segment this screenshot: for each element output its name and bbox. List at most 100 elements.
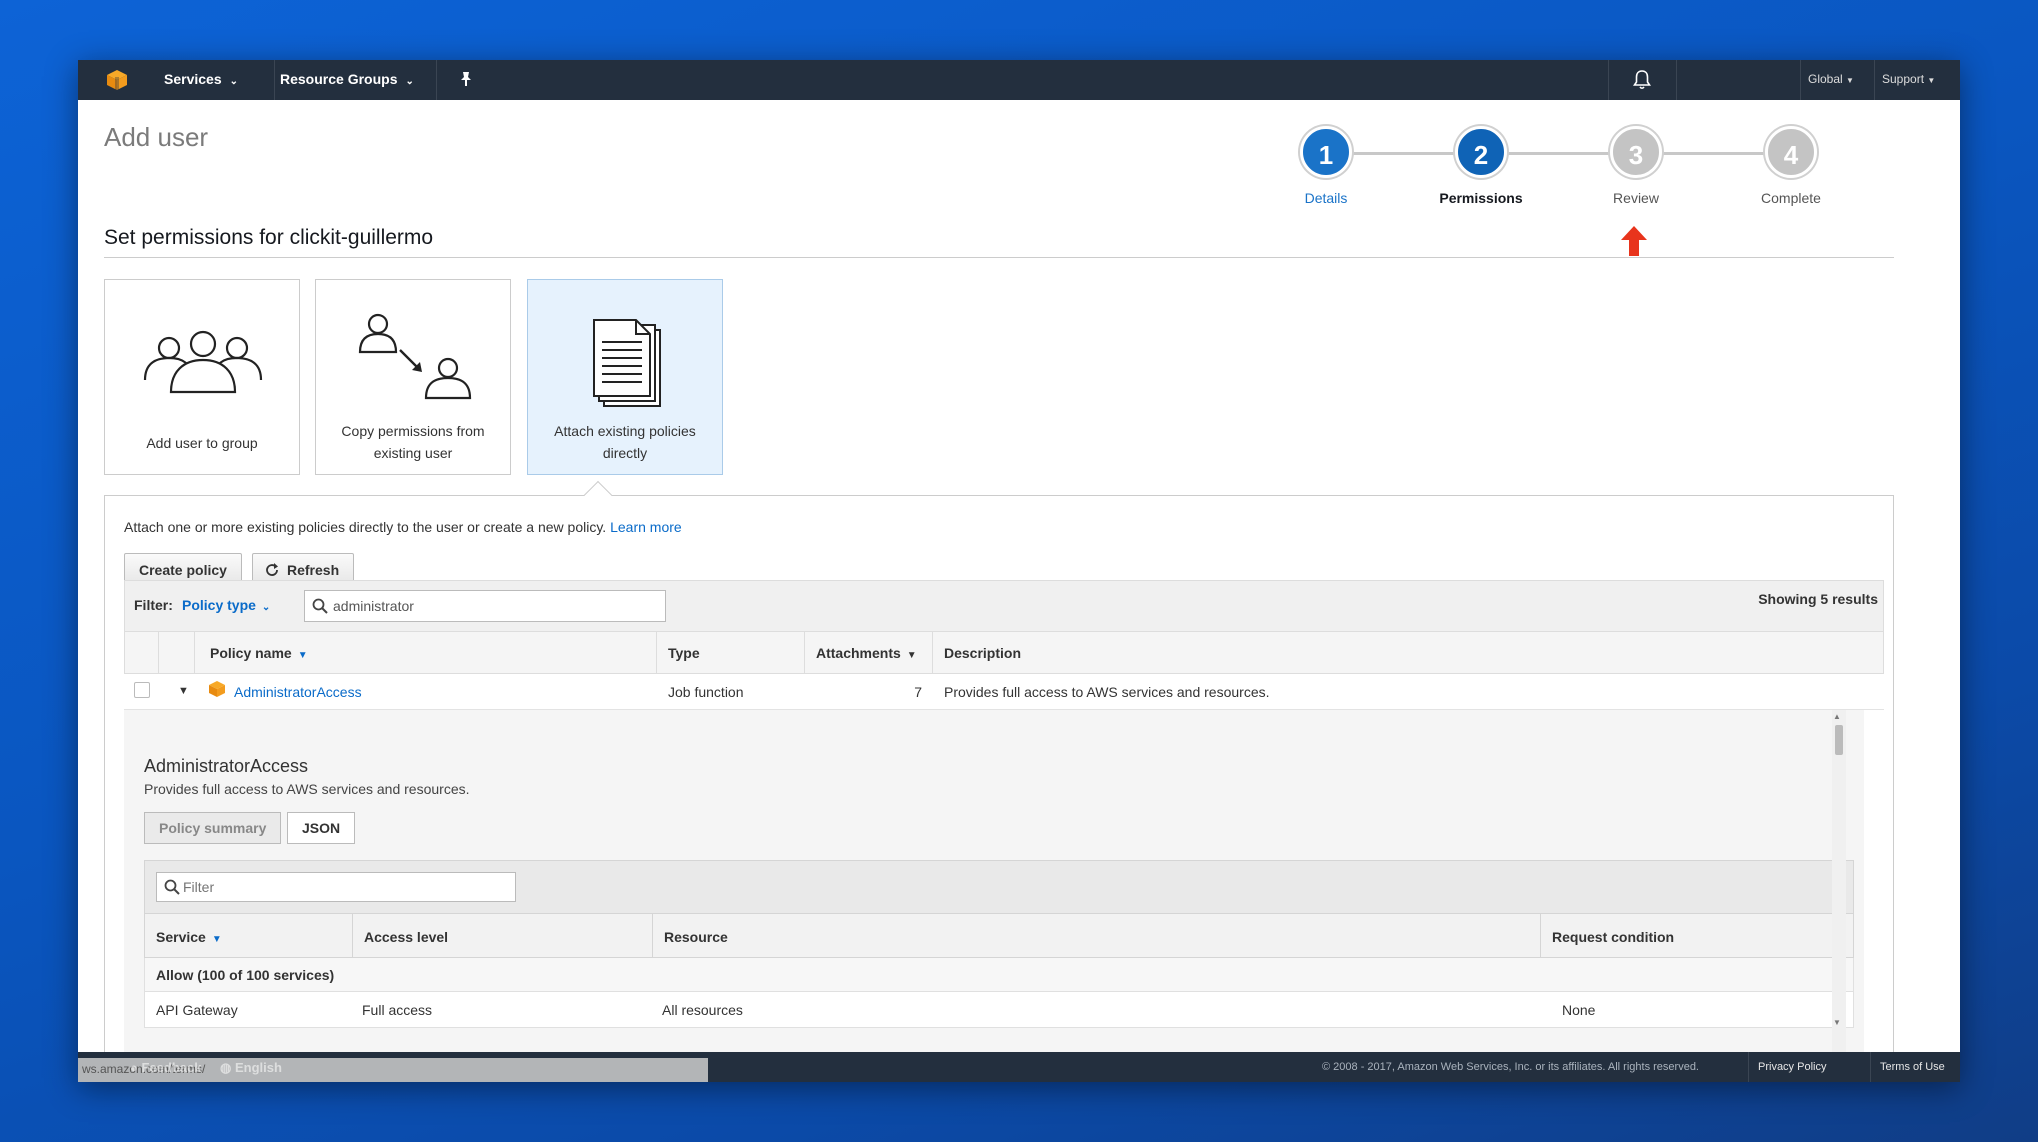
option-label-line2: existing user	[373, 445, 453, 461]
scroll-down-arrow-icon[interactable]: ▼	[1833, 1018, 1841, 1027]
permissions-subtitle: Set permissions for clickit-guillermo	[104, 226, 434, 249]
step-3-circle: 3	[1610, 126, 1662, 178]
pin-icon[interactable]	[459, 71, 473, 87]
document-stack-icon	[593, 319, 661, 407]
language-label: English	[234, 1060, 282, 1075]
policy-type-label: Policy type	[182, 597, 256, 613]
description-cell: Provides full access to AWS services and…	[944, 684, 1270, 700]
policy-search-input[interactable]	[304, 590, 666, 622]
policy-name-header[interactable]: Policy name ▼	[210, 645, 308, 661]
step-4-circle: 4	[1765, 126, 1817, 178]
policy-details-description: Provides full access to AWS services and…	[144, 781, 470, 797]
resource-header[interactable]: Resource	[664, 929, 728, 945]
browser-window: Services ⌄ Resource Groups ⌄ Global ▼ Supp…	[78, 60, 1960, 1082]
column-divider	[158, 632, 159, 674]
intro-description: Attach one or more existing policies dir…	[124, 519, 607, 535]
policy-name-link[interactable]: AdministratorAccess	[234, 684, 362, 700]
privacy-policy-link[interactable]: Privacy Policy	[1758, 1061, 1826, 1073]
resource-groups-menu[interactable]: Resource Groups ⌄	[280, 71, 414, 87]
description-header-label: Description	[944, 645, 1022, 661]
aws-cube-logo-icon[interactable]	[106, 69, 128, 91]
allow-group-row	[144, 958, 1854, 992]
attachments-header-label: Attachments	[816, 645, 901, 661]
option-label-line1: Attach existing policies	[554, 423, 696, 439]
services-menu[interactable]: Services ⌄	[164, 71, 238, 87]
condition-cell: None	[1562, 1002, 1596, 1018]
terms-of-use-link[interactable]: Terms of Use	[1880, 1061, 1945, 1073]
feedback-link[interactable]: ● Feedback	[130, 1060, 201, 1075]
column-divider	[652, 914, 653, 958]
refresh-label: Refresh	[287, 562, 340, 578]
support-label: Support	[1882, 72, 1925, 86]
search-icon	[312, 598, 328, 614]
chevron-down-icon: ⌄	[229, 76, 238, 87]
bell-icon[interactable]	[1632, 69, 1652, 91]
scroll-up-arrow-icon[interactable]: ▲	[1833, 712, 1841, 721]
access-level-header[interactable]: Access level	[364, 929, 448, 945]
step-3-label: Review	[1613, 190, 1659, 206]
attachments-header[interactable]: Attachments ▼	[816, 645, 917, 661]
policy-name-header-label: Policy name	[210, 645, 292, 661]
step-1-circle[interactable]: 1	[1300, 126, 1352, 178]
user-group-icon	[143, 330, 263, 394]
globe-icon: ◍	[220, 1060, 232, 1075]
policy-type-cell: Job function	[668, 684, 744, 700]
sort-caret-icon: ▼	[211, 934, 222, 945]
column-divider	[804, 632, 805, 674]
row-checkbox[interactable]	[134, 682, 150, 698]
intro-text: Attach one or more existing policies dir…	[124, 519, 682, 535]
footer-divider	[1870, 1052, 1871, 1082]
attach-policies-option[interactable]: Attach existing policies directly	[527, 279, 723, 475]
type-header[interactable]: Type	[668, 645, 700, 661]
step-2-circle: 2	[1455, 126, 1507, 178]
copyright-text: © 2008 - 2017, Amazon Web Services, Inc.…	[1322, 1061, 1699, 1073]
tab-policy-summary[interactable]: Policy summary	[144, 812, 282, 844]
section-divider	[104, 257, 1894, 258]
caret-down-icon: ▼	[1927, 76, 1936, 85]
aws-managed-policy-icon	[209, 681, 225, 697]
nav-divider	[274, 60, 275, 100]
policy-details-title: AdministratorAccess	[144, 756, 309, 776]
resource-cell: All resources	[662, 1002, 743, 1018]
region-label: Global	[1808, 72, 1843, 86]
option-label-line2: directly	[602, 445, 648, 461]
expand-row-icon[interactable]: ▼	[178, 685, 189, 697]
add-user-to-group-option[interactable]: Add user to group	[104, 279, 300, 475]
type-header-label: Type	[668, 645, 700, 661]
search-icon	[164, 879, 180, 895]
policy-type-filter[interactable]: Policy type ⌄	[182, 597, 270, 613]
chevron-down-icon: ⌄	[405, 76, 414, 87]
request-condition-header[interactable]: Request condition	[1552, 929, 1674, 945]
service-header[interactable]: Service ▼	[156, 929, 222, 945]
caret-down-icon: ▼	[1846, 76, 1854, 85]
access-level-cell: Full access	[362, 1002, 433, 1018]
nav-divider	[1608, 60, 1609, 100]
nav-divider	[1874, 60, 1875, 100]
top-navigation-bar: Services ⌄ Resource Groups ⌄ Global ▼ Supp…	[78, 60, 1960, 100]
column-divider	[352, 914, 353, 958]
region-menu[interactable]: Global ▼	[1808, 72, 1854, 86]
copy-permissions-option[interactable]: Copy permissions from existing user	[315, 279, 511, 475]
column-divider	[194, 632, 195, 674]
service-link[interactable]: API Gateway	[156, 1002, 238, 1018]
refresh-icon	[266, 563, 278, 576]
language-selector[interactable]: ◍ English	[220, 1060, 282, 1076]
chevron-down-icon: ⌄	[261, 602, 271, 613]
description-header[interactable]: Description	[944, 645, 1021, 661]
tab-json[interactable]: JSON	[287, 812, 356, 844]
footer-divider	[1748, 1052, 1749, 1082]
nav-divider	[436, 60, 437, 100]
allow-services-count: Allow (100 of 100 services)	[156, 967, 335, 983]
resource-groups-label: Resource Groups	[280, 71, 398, 87]
support-menu[interactable]: Support ▼	[1882, 72, 1935, 86]
copy-user-permissions-icon	[358, 313, 472, 400]
column-divider	[1540, 914, 1541, 958]
scrollbar-thumb[interactable]	[1835, 725, 1843, 755]
page-title: Add user	[104, 122, 209, 152]
details-scrollbar[interactable]	[1832, 710, 1846, 1055]
learn-more-link[interactable]: Learn more	[610, 519, 682, 535]
step-1-label[interactable]: Details	[1266, 190, 1386, 206]
nav-divider	[1800, 60, 1801, 100]
nav-divider	[1676, 60, 1677, 100]
summary-filter-input[interactable]	[156, 872, 516, 902]
